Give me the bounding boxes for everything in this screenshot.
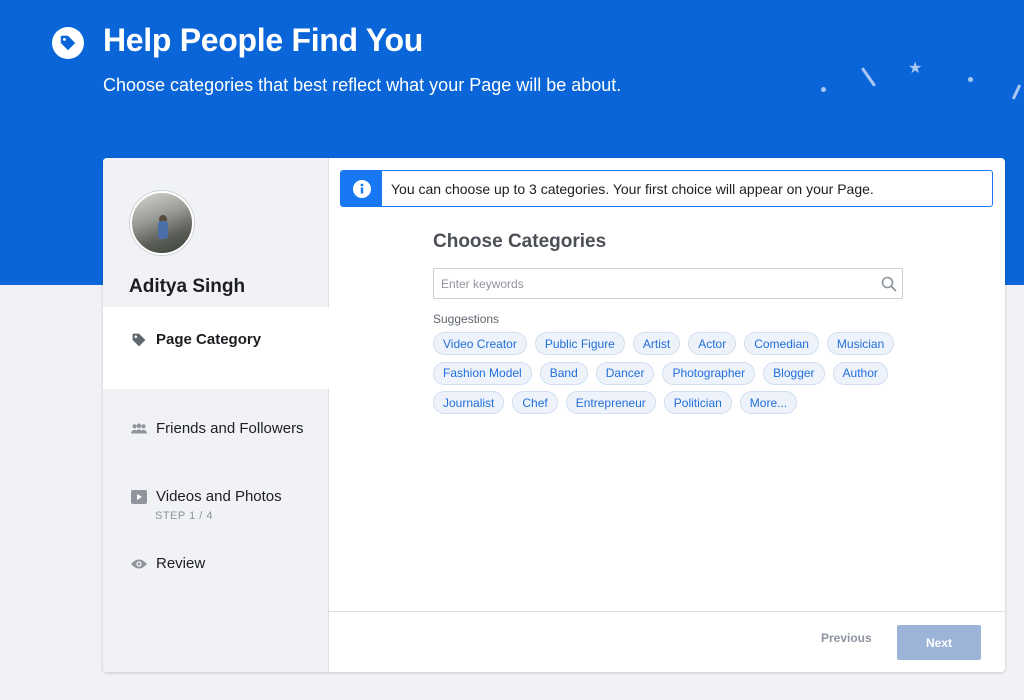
category-chip[interactable]: Fashion Model	[433, 361, 532, 385]
next-button[interactable]: Next	[897, 625, 981, 660]
category-chip[interactable]: Comedian	[744, 332, 819, 355]
category-chip[interactable]: Politician	[663, 391, 732, 415]
sidebar: Aditya Singh Page Category STEP 1 / 4 Fr…	[103, 158, 329, 672]
section-title: Choose Categories	[433, 231, 607, 252]
category-chip[interactable]: Journalist	[433, 391, 505, 415]
sidebar-step-label: Page Category	[156, 331, 262, 348]
suggestion-chips: Video Creator Public Figure Artist Actor…	[433, 332, 913, 421]
notice-text: You can choose up to 3 categories. Your …	[391, 180, 874, 197]
chip-row: Journalist Chef Entrepreneur Politician …	[433, 391, 913, 415]
people-icon	[130, 420, 148, 438]
category-chip[interactable]: Artist	[632, 332, 681, 355]
confetti-line	[860, 67, 877, 87]
suggestions-label: Suggestions	[433, 312, 500, 326]
user-name: Aditya Singh	[129, 276, 246, 297]
category-chip[interactable]: Photographer	[662, 361, 756, 385]
sidebar-step-friends[interactable]: Friends and Followers	[103, 420, 329, 438]
search-input[interactable]	[434, 269, 864, 298]
category-chip[interactable]: Band	[539, 361, 588, 385]
category-chip[interactable]: Actor	[688, 332, 737, 355]
confetti-star-icon: ★	[908, 58, 923, 77]
page-subtitle: Choose categories that best reflect what…	[103, 75, 622, 95]
category-chip[interactable]: Public Figure	[534, 332, 625, 355]
category-chip[interactable]: Entrepreneur	[565, 391, 656, 415]
eye-icon	[130, 555, 148, 573]
chip-row: Video Creator Public Figure Artist Actor…	[433, 332, 913, 355]
tag-icon	[130, 331, 148, 349]
category-chip[interactable]: Blogger	[763, 361, 825, 385]
video-icon	[130, 488, 148, 506]
info-icon	[341, 171, 382, 206]
sidebar-step-label: Videos and Photos	[156, 488, 282, 505]
chip-row: Fashion Model Band Dancer Photographer B…	[433, 361, 913, 385]
search-icon[interactable]	[881, 276, 897, 292]
confetti-dot	[821, 87, 826, 92]
info-notice: You can choose up to 3 categories. Your …	[340, 170, 993, 207]
page-title: Help People Find You	[103, 22, 423, 58]
category-chip[interactable]: Video Creator	[433, 332, 527, 355]
previous-button[interactable]: Previous	[821, 631, 872, 645]
category-chip[interactable]: Dancer	[595, 361, 655, 385]
category-chip[interactable]: Musician	[826, 332, 895, 355]
step-count: STEP 1 / 4	[155, 510, 213, 522]
category-chip[interactable]: Chef	[512, 391, 558, 415]
sidebar-step-label: Review	[156, 555, 206, 572]
sidebar-step-page-category[interactable]: Page Category STEP 1 / 4	[103, 307, 329, 522]
confetti-line	[1011, 84, 1022, 100]
sidebar-step-label: Friends and Followers	[156, 420, 304, 437]
card-footer: Previous Next	[329, 611, 1005, 672]
setup-card: Aditya Singh Page Category STEP 1 / 4 Fr…	[103, 158, 1005, 672]
category-chip[interactable]: Author	[832, 361, 888, 385]
tag-icon	[52, 27, 84, 59]
avatar	[130, 191, 194, 255]
main-content: You can choose up to 3 categories. Your …	[329, 158, 1005, 672]
sidebar-step-videos[interactable]: Videos and Photos	[103, 488, 329, 506]
confetti-dot	[968, 77, 973, 82]
search-box	[433, 268, 903, 299]
more-categories-chip[interactable]: More...	[739, 391, 798, 415]
sidebar-step-review[interactable]: Review	[103, 555, 329, 573]
